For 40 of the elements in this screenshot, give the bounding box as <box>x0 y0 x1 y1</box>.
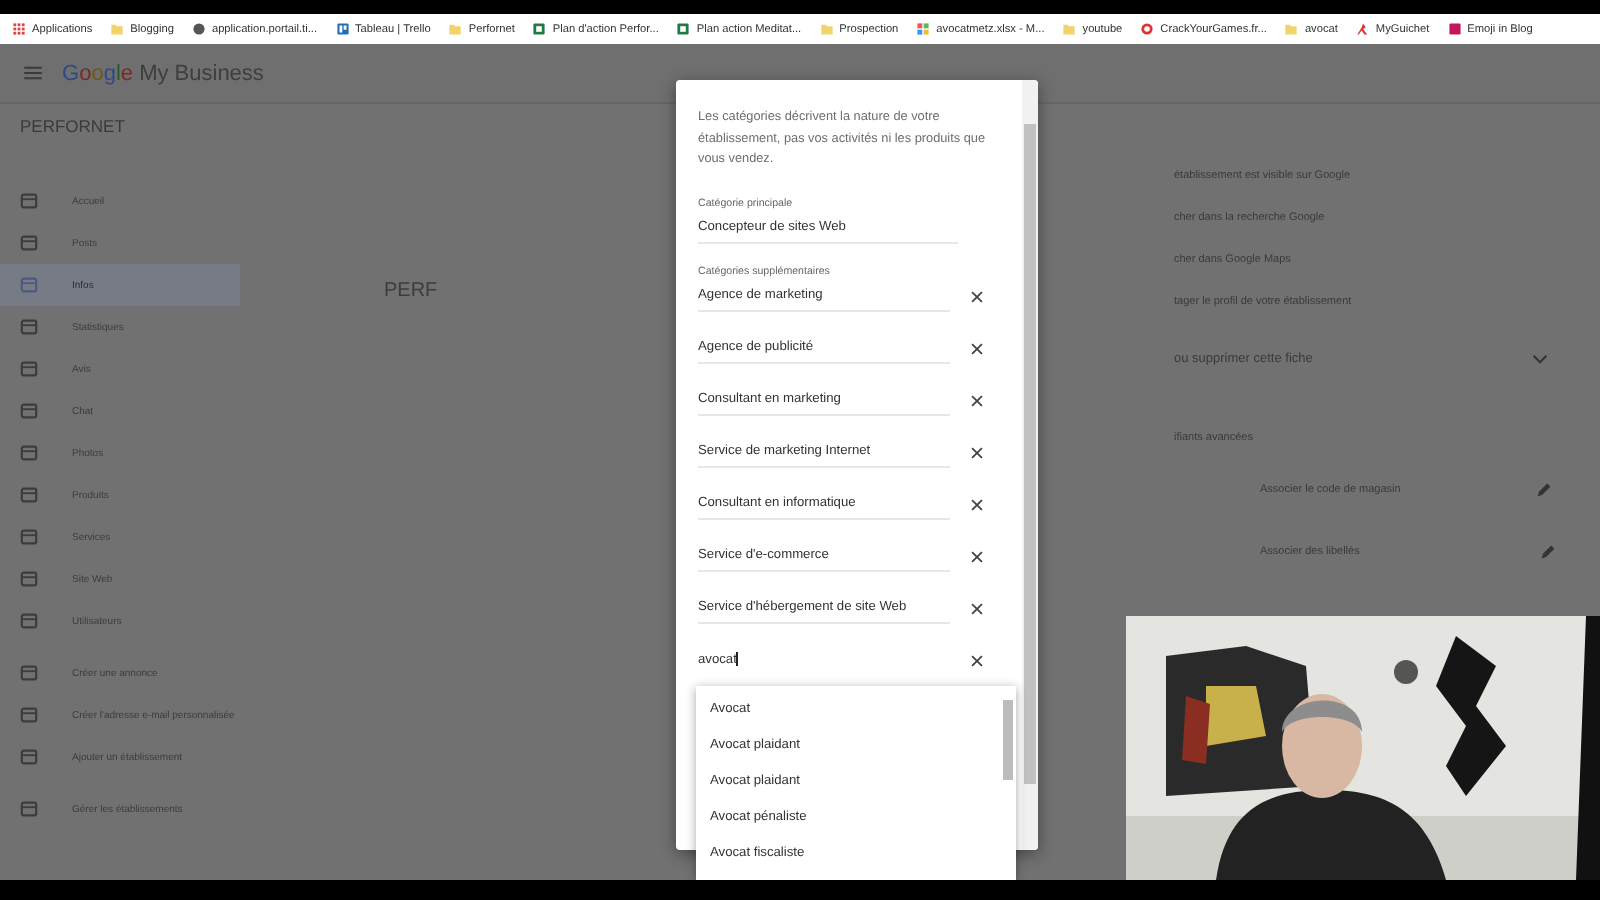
folder-icon <box>819 22 834 36</box>
board-icon <box>335 22 350 36</box>
square-icon <box>20 192 38 210</box>
square-icon <box>20 570 38 588</box>
spreadsheet-icon <box>532 22 547 36</box>
close-icon[interactable] <box>970 445 984 459</box>
square-icon <box>1447 22 1462 36</box>
close-icon[interactable] <box>970 289 984 303</box>
close-icon[interactable] <box>970 653 984 667</box>
square-icon <box>20 318 38 336</box>
close-icon[interactable] <box>970 341 984 355</box>
close-icon[interactable] <box>970 549 984 563</box>
folder-icon <box>110 22 125 36</box>
square-icon <box>20 486 38 504</box>
folder-icon <box>448 22 463 36</box>
square-icon <box>20 402 38 420</box>
close-icon[interactable] <box>970 497 984 511</box>
tiles-icon <box>916 22 931 36</box>
pencil-icon[interactable] <box>1539 543 1556 559</box>
square-icon <box>20 612 38 630</box>
square-icon <box>20 664 38 682</box>
circle-icon <box>1140 22 1155 36</box>
square-icon <box>20 528 38 546</box>
square-icon <box>20 234 38 252</box>
square-icon <box>20 360 38 378</box>
square-icon <box>20 706 38 724</box>
chevron-down-icon[interactable] <box>1532 354 1549 364</box>
pencil-icon[interactable] <box>1536 481 1553 497</box>
square-icon <box>20 276 38 294</box>
close-icon[interactable] <box>970 393 984 407</box>
apps-grid-icon <box>12 22 26 36</box>
folder-icon <box>1062 22 1077 36</box>
folder-icon <box>1284 22 1299 36</box>
close-icon[interactable] <box>970 601 984 615</box>
spreadsheet-icon <box>676 22 691 36</box>
business-name: PERFORNET <box>18 116 127 136</box>
square-icon <box>20 748 38 766</box>
scrollbar[interactable] <box>1022 80 1038 850</box>
square-icon <box>20 800 38 818</box>
square-icon <box>20 444 38 462</box>
